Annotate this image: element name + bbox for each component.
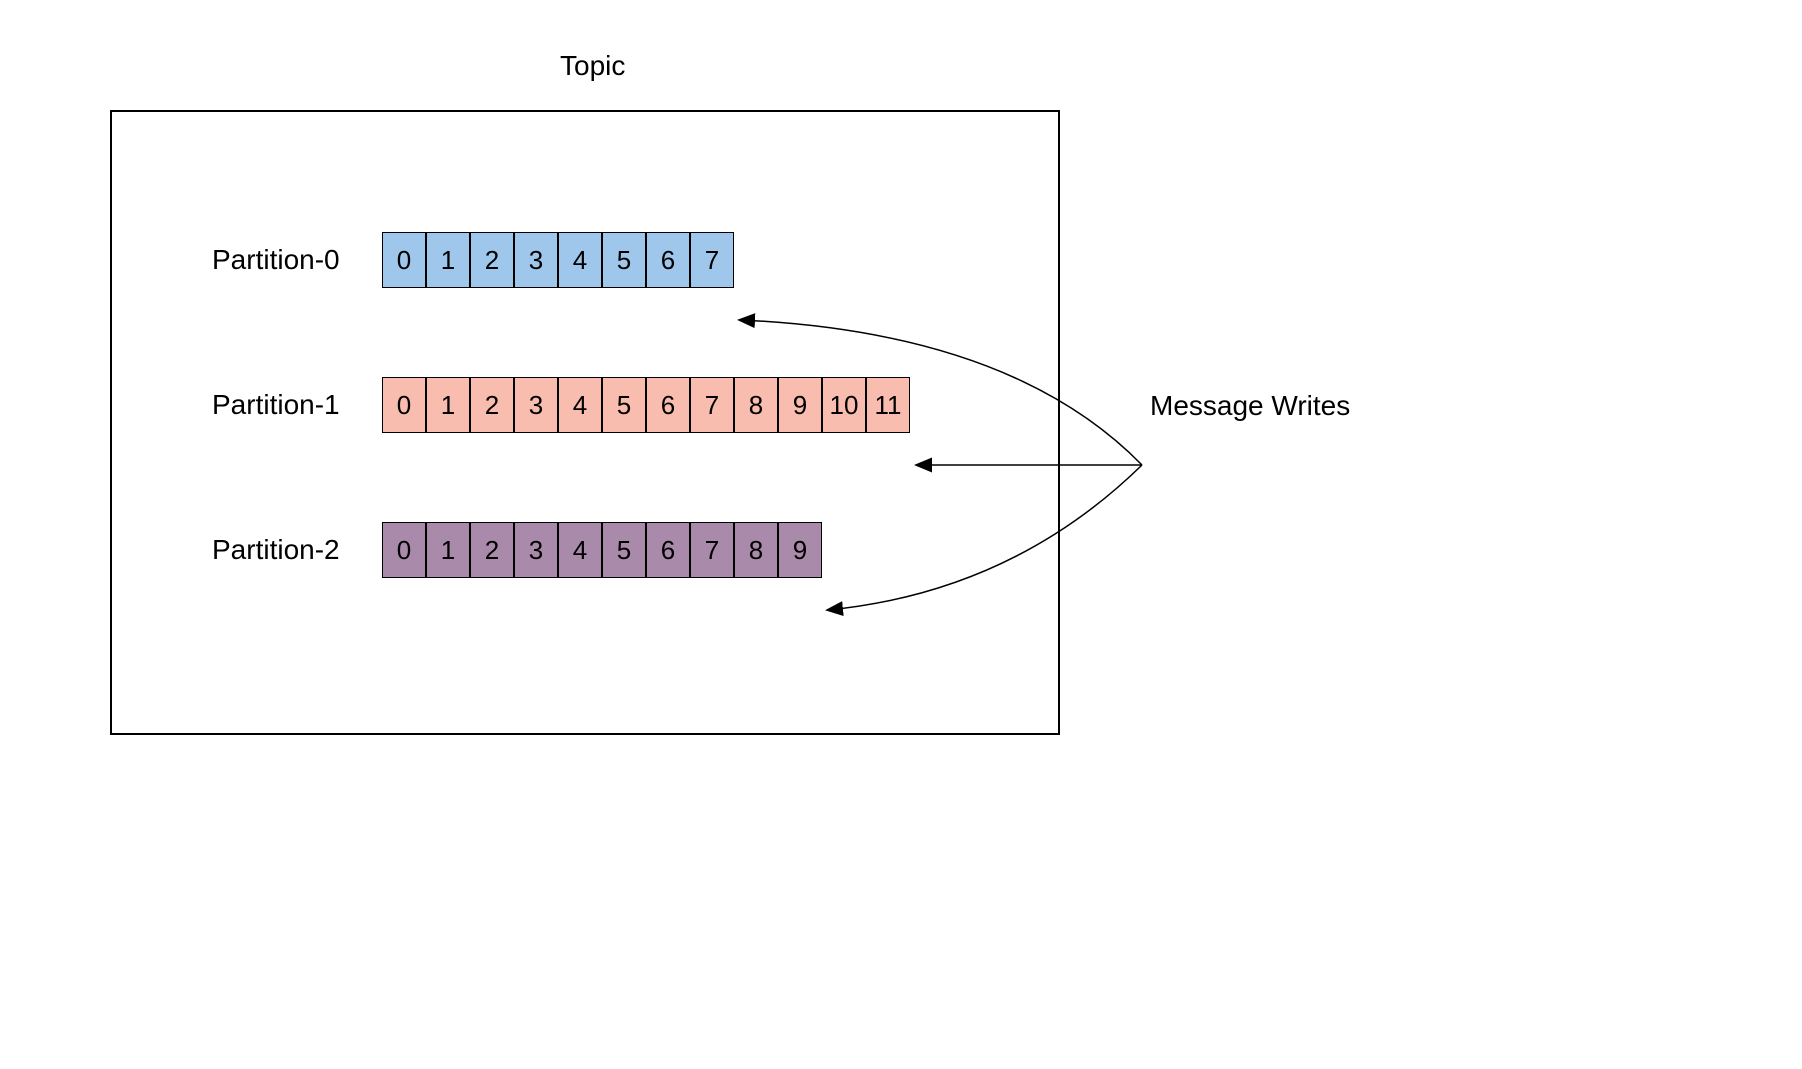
partition-cell: 4 (558, 522, 602, 578)
partition-cell: 2 (470, 377, 514, 433)
partition-cell: 6 (646, 232, 690, 288)
partition-1-cells: 01234567891011 (382, 377, 910, 433)
partition-1-label: Partition-1 (212, 389, 382, 421)
partition-cell: 9 (778, 522, 822, 578)
partition-cell: 0 (382, 377, 426, 433)
partition-cell: 3 (514, 377, 558, 433)
partition-cell: 3 (514, 522, 558, 578)
partition-cell: 1 (426, 377, 470, 433)
partition-cell: 5 (602, 522, 646, 578)
partition-cell: 7 (690, 522, 734, 578)
partition-cell: 7 (690, 232, 734, 288)
partition-cell: 2 (470, 522, 514, 578)
topic-title: Topic (560, 50, 625, 82)
partition-2-cells: 0123456789 (382, 522, 822, 578)
partition-cell: 5 (602, 377, 646, 433)
partition-cell: 3 (514, 232, 558, 288)
partition-2-label: Partition-2 (212, 534, 382, 566)
arrow-line (828, 465, 1142, 610)
partition-0-label: Partition-0 (212, 244, 382, 276)
partition-0-cells: 01234567 (382, 232, 734, 288)
partition-cell: 6 (646, 377, 690, 433)
partition-cell: 4 (558, 377, 602, 433)
partition-cell: 0 (382, 232, 426, 288)
partition-cell: 1 (426, 522, 470, 578)
diagram-container: Topic Partition-0 01234567 Partition-1 0… (110, 50, 1690, 770)
partition-1-row: Partition-1 01234567891011 (212, 377, 910, 433)
partition-0-row: Partition-0 01234567 (212, 232, 734, 288)
topic-box: Partition-0 01234567 Partition-1 0123456… (110, 110, 1060, 735)
partition-cell: 8 (734, 522, 778, 578)
partition-cell: 5 (602, 232, 646, 288)
partition-cell: 8 (734, 377, 778, 433)
partition-cell: 2 (470, 232, 514, 288)
partition-cell: 10 (822, 377, 866, 433)
partition-cell: 11 (866, 377, 910, 433)
partition-cell: 9 (778, 377, 822, 433)
message-writes-label: Message Writes (1150, 390, 1350, 422)
partition-cell: 4 (558, 232, 602, 288)
partition-2-row: Partition-2 0123456789 (212, 522, 822, 578)
partition-cell: 1 (426, 232, 470, 288)
partition-cell: 0 (382, 522, 426, 578)
partition-cell: 6 (646, 522, 690, 578)
partition-cell: 7 (690, 377, 734, 433)
